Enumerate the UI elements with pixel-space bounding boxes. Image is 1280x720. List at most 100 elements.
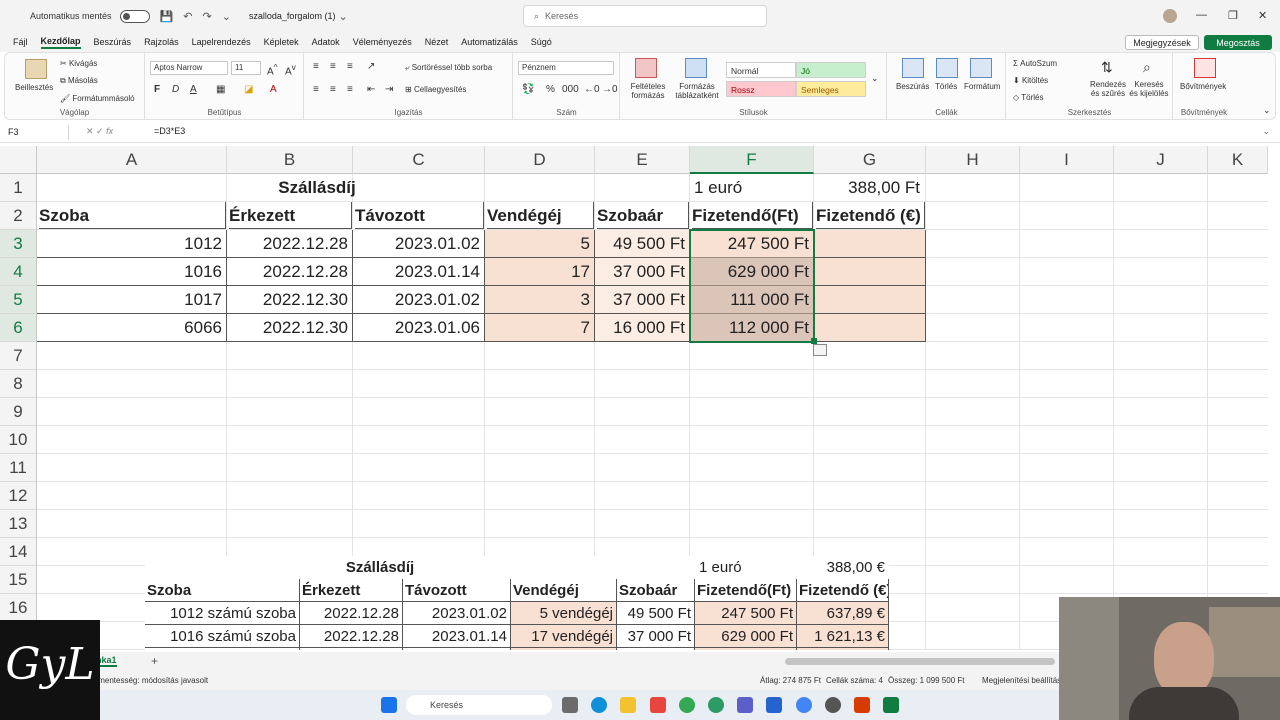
row-header-4[interactable]: 4: [0, 258, 37, 286]
customize-qat-icon[interactable]: ⌄: [222, 10, 231, 23]
row-header-16[interactable]: 16: [0, 594, 37, 622]
row-header-13[interactable]: 13: [0, 510, 37, 538]
table1-cell-r3-c3[interactable]: 7: [485, 314, 595, 342]
table1-cell-r0-c2[interactable]: 2023.01.02: [353, 230, 485, 258]
table1-cell-r1-c1[interactable]: 2022.12.28: [227, 258, 353, 286]
column-header-K[interactable]: K: [1208, 146, 1268, 174]
column-header-D[interactable]: D: [485, 146, 595, 174]
style-neutral[interactable]: Semleges: [796, 81, 866, 97]
table1-cell-r0-c0[interactable]: 1012: [37, 230, 227, 258]
find-icon[interactable]: ⌕: [1143, 59, 1151, 76]
increase-font-icon[interactable]: A^: [267, 62, 278, 77]
sort-filter-icon[interactable]: ⇅: [1101, 59, 1113, 76]
conditional-format-button[interactable]: Feltételes formázás: [625, 82, 671, 100]
table1-cell-r2-c1[interactable]: 2022.12.30: [227, 286, 353, 314]
menu-tab-5[interactable]: Képletek: [264, 37, 299, 47]
paste-icon[interactable]: [25, 59, 47, 79]
table1-header-5[interactable]: Fizetendő(Ft): [692, 202, 813, 229]
find-select-button[interactable]: Keresés és kijelölés: [1129, 80, 1169, 98]
table1-header-1[interactable]: Érkezett: [229, 202, 352, 229]
style-bad[interactable]: Rossz: [726, 81, 796, 97]
table1-cell-r1-c0[interactable]: 1016: [37, 258, 227, 286]
menu-tab-3[interactable]: Rajzolás: [144, 37, 179, 47]
row-header-7[interactable]: 7: [0, 342, 37, 370]
align-bottom-icon[interactable]: ≡: [347, 61, 353, 72]
fx-icon[interactable]: ✕ ✓ fx: [86, 126, 113, 137]
merge-button[interactable]: ⊞ Cellaegyesítés: [405, 85, 466, 94]
italic-icon[interactable]: D: [172, 84, 179, 95]
undo-icon[interactable]: ↶: [183, 10, 192, 23]
styles-more-icon[interactable]: ⌄: [871, 73, 879, 84]
save-icon[interactable]: 💾: [160, 10, 174, 23]
file-name[interactable]: szalloda_forgalom (1): [249, 11, 336, 21]
table1-header-6[interactable]: Fizetendő (€): [816, 202, 925, 229]
indent-increase-icon[interactable]: ⇥: [385, 84, 393, 95]
row-header-14[interactable]: 14: [0, 538, 37, 566]
borders-icon[interactable]: ▦: [216, 84, 225, 95]
table1-euro-value[interactable]: 388,00 Ft: [814, 174, 922, 202]
table1-cell-r0-c5[interactable]: 247 500 Ft: [690, 230, 814, 258]
taskbar-search[interactable]: Keresés: [406, 695, 552, 715]
delete-cells-button[interactable]: Törlés: [935, 82, 957, 91]
edge-icon[interactable]: [591, 697, 607, 713]
row-header-10[interactable]: 10: [0, 426, 37, 454]
app-icon[interactable]: [650, 697, 666, 713]
percent-icon[interactable]: %: [546, 84, 555, 95]
sort-filter-button[interactable]: Rendezés és szűrés: [1089, 80, 1127, 98]
table1-cell-r0-c3[interactable]: 5: [485, 230, 595, 258]
table1-cell-r3-c1[interactable]: 2022.12.30: [227, 314, 353, 342]
font-name-select[interactable]: Aptos Narrow: [150, 61, 228, 75]
menu-tab-8[interactable]: Nézet: [425, 37, 449, 47]
table1-cell-r1-c5[interactable]: 629 000 Ft: [690, 258, 814, 286]
menu-tab-10[interactable]: Súgó: [531, 37, 552, 47]
align-center-icon[interactable]: ≡: [330, 84, 336, 95]
insert-cells-button[interactable]: Beszúrás: [896, 82, 929, 91]
table1-cell-r0-c4[interactable]: 49 500 Ft: [595, 230, 690, 258]
chrome-icon-3[interactable]: [796, 697, 812, 713]
table1-cell-r1-c3[interactable]: 17: [485, 258, 595, 286]
worksheet-grid[interactable]: ABCDEFGHIJK1234567891011121314151617Szál…: [0, 146, 1268, 650]
table1-cell-r2-c5[interactable]: 111 000 Ft: [690, 286, 814, 314]
indent-decrease-icon[interactable]: ⇤: [367, 84, 375, 95]
column-header-G[interactable]: G: [814, 146, 926, 174]
avatar[interactable]: [1163, 9, 1177, 23]
table1-cell-r2-c0[interactable]: 1017: [37, 286, 227, 314]
table1-header-2[interactable]: Távozott: [355, 202, 484, 229]
delete-cells-icon[interactable]: [936, 58, 958, 78]
format-as-table-button[interactable]: Formázás táblázatként: [671, 82, 723, 100]
clear-button[interactable]: ◇ Törlés: [1013, 93, 1043, 102]
align-left-icon[interactable]: ≡: [313, 84, 319, 95]
row-header-1[interactable]: 1: [0, 174, 37, 202]
orientation-icon[interactable]: ↗: [367, 61, 375, 72]
row-header-9[interactable]: 9: [0, 398, 37, 426]
align-right-icon[interactable]: ≡: [347, 84, 353, 95]
column-header-B[interactable]: B: [227, 146, 353, 174]
decrease-decimal-icon[interactable]: →0: [602, 84, 618, 95]
menu-tab-1[interactable]: Kezdőlap: [40, 36, 81, 49]
chrome-icon[interactable]: [679, 697, 695, 713]
align-middle-icon[interactable]: ≡: [330, 61, 336, 72]
style-normal[interactable]: Normál: [726, 62, 796, 78]
expand-formula-icon[interactable]: ⌄: [1262, 126, 1270, 137]
maximize-icon[interactable]: ❐: [1228, 9, 1238, 22]
settings-icon[interactable]: [825, 697, 841, 713]
column-header-I[interactable]: I: [1020, 146, 1114, 174]
table1-cell-r3-c5[interactable]: 112 000 Ft: [690, 314, 814, 342]
task-view-icon[interactable]: [562, 697, 578, 713]
table1-cell-r3-c4[interactable]: 16 000 Ft: [595, 314, 690, 342]
number-format-select[interactable]: Pénznem: [518, 61, 614, 75]
autosum-button[interactable]: Σ AutoSzum: [1013, 59, 1057, 68]
select-all-corner[interactable]: [0, 146, 37, 174]
table1-cell-r2-c4[interactable]: 37 000 Ft: [595, 286, 690, 314]
paste-button[interactable]: Beillesztés: [15, 83, 53, 92]
table1-cell-r2-c6[interactable]: [814, 286, 926, 314]
chrome-icon-2[interactable]: [708, 697, 724, 713]
addins-button[interactable]: Bővítmények: [1180, 82, 1226, 91]
style-good[interactable]: Jó: [796, 62, 866, 78]
redo-icon[interactable]: ↷: [202, 10, 211, 23]
currency-icon[interactable]: 💱: [522, 84, 534, 95]
add-sheet-icon[interactable]: +: [151, 654, 158, 668]
table1-cell-r3-c6[interactable]: [814, 314, 926, 342]
increase-decimal-icon[interactable]: ←0: [584, 84, 600, 95]
menu-tab-7[interactable]: Véleményezés: [353, 37, 412, 47]
